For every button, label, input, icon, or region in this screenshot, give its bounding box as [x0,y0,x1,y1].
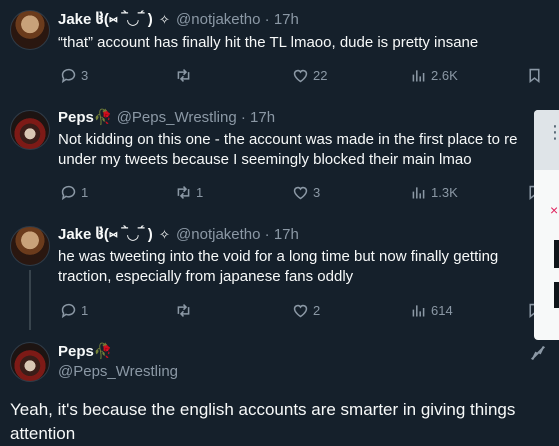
avatar[interactable] [10,226,50,266]
reply-count: 1 [81,302,89,318]
close-icon[interactable]: × [550,202,558,218]
affiliate-badge-icon: ✧ [158,227,170,242]
views-button[interactable]: 2.6K [410,65,458,85]
separator-dot: · [240,109,246,126]
timestamp[interactable]: 17h [274,226,299,243]
display-name[interactable]: Jake ჱ̒(⑅ ‾̀◡‾́ ) [58,226,153,243]
user-handle[interactable]: @notjaketho [176,11,260,28]
repost-icon [177,303,190,317]
tweet-actions: 1 2 614 [58,300,548,320]
tweet-text: Not kidding on this one - the account wa… [58,130,558,170]
tweet-actions: 3 22 2.6K [58,65,548,85]
views-button[interactable]: 1.3K [410,182,458,202]
tweet-text: he was tweeting into the void for a long… [58,247,558,287]
bookmark-button[interactable] [526,65,547,85]
user-handle[interactable]: @Peps_Wrestling [58,362,178,382]
tweet-text-line: under my tweets because I seemingly bloc… [58,151,472,168]
tweet-3[interactable]: Jake ჱ̒(⑅ ‾̀◡‾́ ) ✧ @notjaketho · 17h he… [0,216,559,330]
repost-button[interactable]: 1 [175,182,203,202]
reply-button[interactable]: 1 [60,182,88,202]
tweet-text-line: Not kidding on this one - the account wa… [58,131,518,148]
user-handle[interactable]: @notjaketho [176,226,260,243]
like-button[interactable]: 2 [292,300,320,320]
tweet-1[interactable]: Jake ჱ̒(⑅ ‾̀◡‾́ ) ✧ @notjaketho · 17h “t… [0,0,559,100]
views-count: 2.6K [431,67,458,83]
tweet-header: Jake ჱ̒(⑅ ‾̀◡‾́ ) ✧ @notjaketho · 17h [58,225,299,245]
like-icon [293,186,308,199]
thread-feed: Jake ჱ̒(⑅ ‾̀◡‾́ ) ✧ @notjaketho · 17h “t… [0,0,559,445]
tweet-text-line: he was tweeting into the void for a long… [58,248,499,265]
views-count: 1.3K [431,184,458,200]
like-icon [293,69,308,82]
like-button[interactable]: 22 [292,65,327,85]
overlay-text-fragment [554,282,559,308]
tweet-text-line: traction, especially from japanese fans … [58,268,354,285]
tweet-actions: 1 1 3 1.3K [58,182,548,202]
views-count: 614 [431,302,453,318]
avatar[interactable] [10,10,50,50]
reply-count: 1 [81,184,89,200]
reply-icon [61,68,76,83]
reply-icon [61,303,76,318]
separator-dot: · [264,226,270,243]
repost-button[interactable] [175,300,196,320]
like-count: 22 [313,67,328,83]
reply-count: 3 [81,67,89,83]
focus-tweet-text: Yeah, it's because the english accounts … [10,400,516,443]
display-name[interactable]: Peps🥀 [58,109,113,126]
more-icon[interactable]: ⋮ [546,123,559,141]
tweet-2[interactable]: Peps🥀 @Peps_Wrestling · 17h Not kidding … [0,100,559,216]
overlay-card[interactable]: ⋮ × [534,110,559,340]
tweet-text-line: “that” account has finally hit the TL lm… [58,34,479,51]
tweet-text: “that” account has finally hit the TL lm… [58,33,558,53]
display-name[interactable]: Jake ჱ̒(⑅ ‾̀◡‾́ ) [58,11,153,28]
thread-connector [29,270,31,330]
bookmark-icon [529,68,540,83]
tweet-header: Peps🥀 @Peps_Wrestling · 17h [58,108,275,128]
views-icon [412,69,425,81]
like-count: 3 [313,184,321,200]
views-icon [412,186,425,198]
like-button[interactable]: 3 [292,182,320,202]
affiliate-badge-icon: ✧ [158,12,170,27]
overlay-text-fragment [554,240,559,268]
repost-button[interactable] [175,65,196,85]
repost-count: 1 [196,184,204,200]
reply-button[interactable]: 1 [60,300,88,320]
grok-icon[interactable] [529,344,547,362]
reply-button[interactable]: 3 [60,65,88,85]
views-icon [412,304,425,316]
tweet-header: Jake ჱ̒(⑅ ‾̀◡‾́ ) ✧ @notjaketho · 17h [58,10,299,30]
repost-icon [177,68,190,82]
reply-icon [61,185,76,200]
user-handle[interactable]: @Peps_Wrestling [117,109,237,126]
repost-icon [177,185,190,199]
like-count: 2 [313,302,321,318]
avatar[interactable] [10,110,50,150]
display-name[interactable]: Peps🥀 [58,342,113,362]
avatar[interactable] [10,342,50,382]
separator-dot: · [264,11,270,28]
like-icon [293,304,308,317]
timestamp[interactable]: 17h [250,109,275,126]
timestamp[interactable]: 17h [274,11,299,28]
views-button[interactable]: 614 [410,300,453,320]
